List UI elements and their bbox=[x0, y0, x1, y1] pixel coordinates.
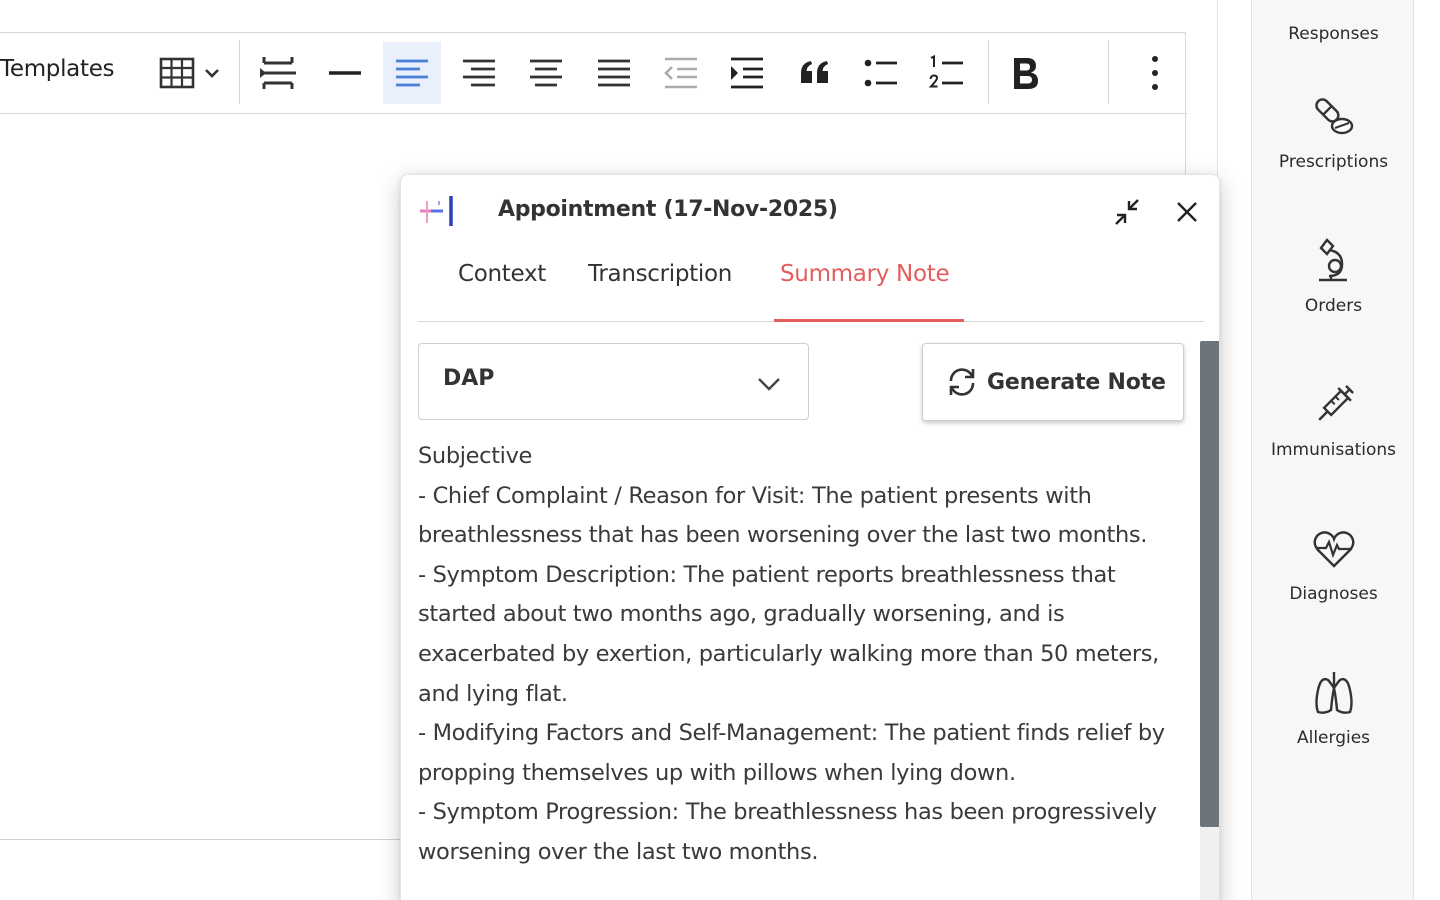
numbered-list-icon bbox=[928, 54, 963, 88]
align-justify-button[interactable] bbox=[585, 42, 643, 104]
rail-item-label: Orders bbox=[1304, 296, 1363, 316]
rail-item-diagnoses[interactable]: Diagnoses bbox=[1252, 524, 1415, 604]
align-right-icon bbox=[463, 59, 495, 87]
outdent-icon bbox=[664, 57, 697, 89]
app-logo-icon bbox=[420, 196, 453, 226]
rail-item-label: Allergies bbox=[1296, 728, 1371, 748]
chevron-down-icon bbox=[758, 378, 780, 391]
note-type-select[interactable]: DAP bbox=[418, 343, 809, 420]
tab-summary-note[interactable]: Summary Note bbox=[780, 261, 950, 287]
templates-menu[interactable]: Templates bbox=[0, 56, 115, 82]
minimize-button[interactable] bbox=[1111, 195, 1145, 229]
panel-tabs: Context Transcription Summary Note bbox=[418, 251, 1204, 322]
chevron-down-icon bbox=[205, 69, 219, 78]
align-right-button[interactable] bbox=[450, 42, 508, 104]
rail-item-label: Responses bbox=[1288, 24, 1379, 44]
note-line: - Symptom Description: The patient repor… bbox=[418, 561, 1159, 707]
blockquote-button[interactable] bbox=[786, 42, 844, 104]
close-button[interactable] bbox=[1170, 195, 1204, 229]
lungs-icon bbox=[1314, 672, 1353, 714]
generate-note-label: Generate Note bbox=[987, 369, 1166, 395]
pills-icon bbox=[1314, 98, 1353, 135]
minimize-icon bbox=[1115, 199, 1139, 225]
bullet-list-button[interactable] bbox=[852, 42, 910, 104]
align-justify-icon bbox=[598, 59, 630, 87]
active-tab-indicator bbox=[774, 319, 964, 322]
note-heading: Subjective bbox=[418, 443, 533, 469]
note-type-value: DAP bbox=[443, 366, 495, 391]
indent-button[interactable] bbox=[718, 42, 776, 104]
toolbar-separator bbox=[1108, 40, 1109, 104]
syringe-icon bbox=[1317, 385, 1354, 421]
side-rail: Responses Prescriptions Orders Immunisat… bbox=[1251, 0, 1414, 900]
align-left-button[interactable] bbox=[383, 42, 441, 104]
table-icon bbox=[159, 57, 219, 89]
rail-item-prescriptions[interactable]: Prescriptions bbox=[1252, 92, 1415, 172]
rail-item-immunisations[interactable]: Immunisations bbox=[1252, 380, 1415, 460]
align-center-icon bbox=[530, 59, 562, 87]
heart-pulse-icon bbox=[1313, 531, 1354, 568]
page-break-button[interactable] bbox=[249, 42, 307, 104]
bold-icon bbox=[1014, 58, 1038, 89]
tab-context[interactable]: Context bbox=[458, 261, 546, 287]
note-line: - Modifying Factors and Self-Management:… bbox=[418, 720, 1165, 786]
horizontal-rule-button[interactable] bbox=[316, 42, 374, 104]
note-line: - Chief Complaint / Reason for Visit: Th… bbox=[418, 482, 1148, 549]
panel-title: Appointment (17-Nov-2025) bbox=[498, 197, 838, 222]
refresh-icon bbox=[949, 368, 975, 396]
rail-item-label: Diagnoses bbox=[1289, 584, 1378, 604]
blockquote-icon bbox=[801, 61, 828, 83]
more-options-button[interactable] bbox=[1118, 42, 1176, 104]
rail-item-allergies[interactable]: Allergies bbox=[1252, 668, 1415, 748]
align-left-icon bbox=[396, 59, 428, 87]
align-center-button[interactable] bbox=[517, 42, 575, 104]
rail-item-label: Prescriptions bbox=[1278, 152, 1389, 172]
rail-item-orders[interactable]: Orders bbox=[1252, 236, 1415, 316]
close-icon bbox=[1177, 202, 1197, 222]
ai-scribe-panel: Appointment (17-Nov-2025) Context Transc… bbox=[400, 174, 1220, 900]
note-line: - Symptom Progression: The breathlessnes… bbox=[418, 799, 1157, 865]
toolbar-separator bbox=[239, 40, 240, 104]
more-vertical-icon bbox=[1152, 56, 1158, 90]
horizontal-rule-icon bbox=[329, 71, 361, 75]
tab-transcription[interactable]: Transcription bbox=[588, 261, 732, 287]
indent-icon bbox=[731, 57, 763, 89]
toolbar-separator bbox=[988, 40, 989, 104]
summary-note-text[interactable]: Subjective - Chief Complaint / Reason fo… bbox=[418, 437, 1190, 873]
bullet-list-icon bbox=[864, 59, 897, 87]
outdent-button[interactable] bbox=[652, 42, 710, 104]
page-break-icon bbox=[260, 57, 296, 89]
microscope-icon bbox=[1318, 238, 1347, 282]
generate-note-button[interactable]: Generate Note bbox=[922, 343, 1184, 421]
editor-divider bbox=[0, 839, 400, 840]
rail-item-label: Immunisations bbox=[1270, 440, 1397, 460]
bold-button[interactable] bbox=[996, 42, 1054, 104]
rail-item-responses[interactable]: Responses bbox=[1252, 14, 1415, 44]
numbered-list-button[interactable] bbox=[918, 42, 976, 104]
note-scrollbar-thumb[interactable] bbox=[1200, 341, 1219, 827]
insert-table-button[interactable] bbox=[146, 42, 230, 104]
